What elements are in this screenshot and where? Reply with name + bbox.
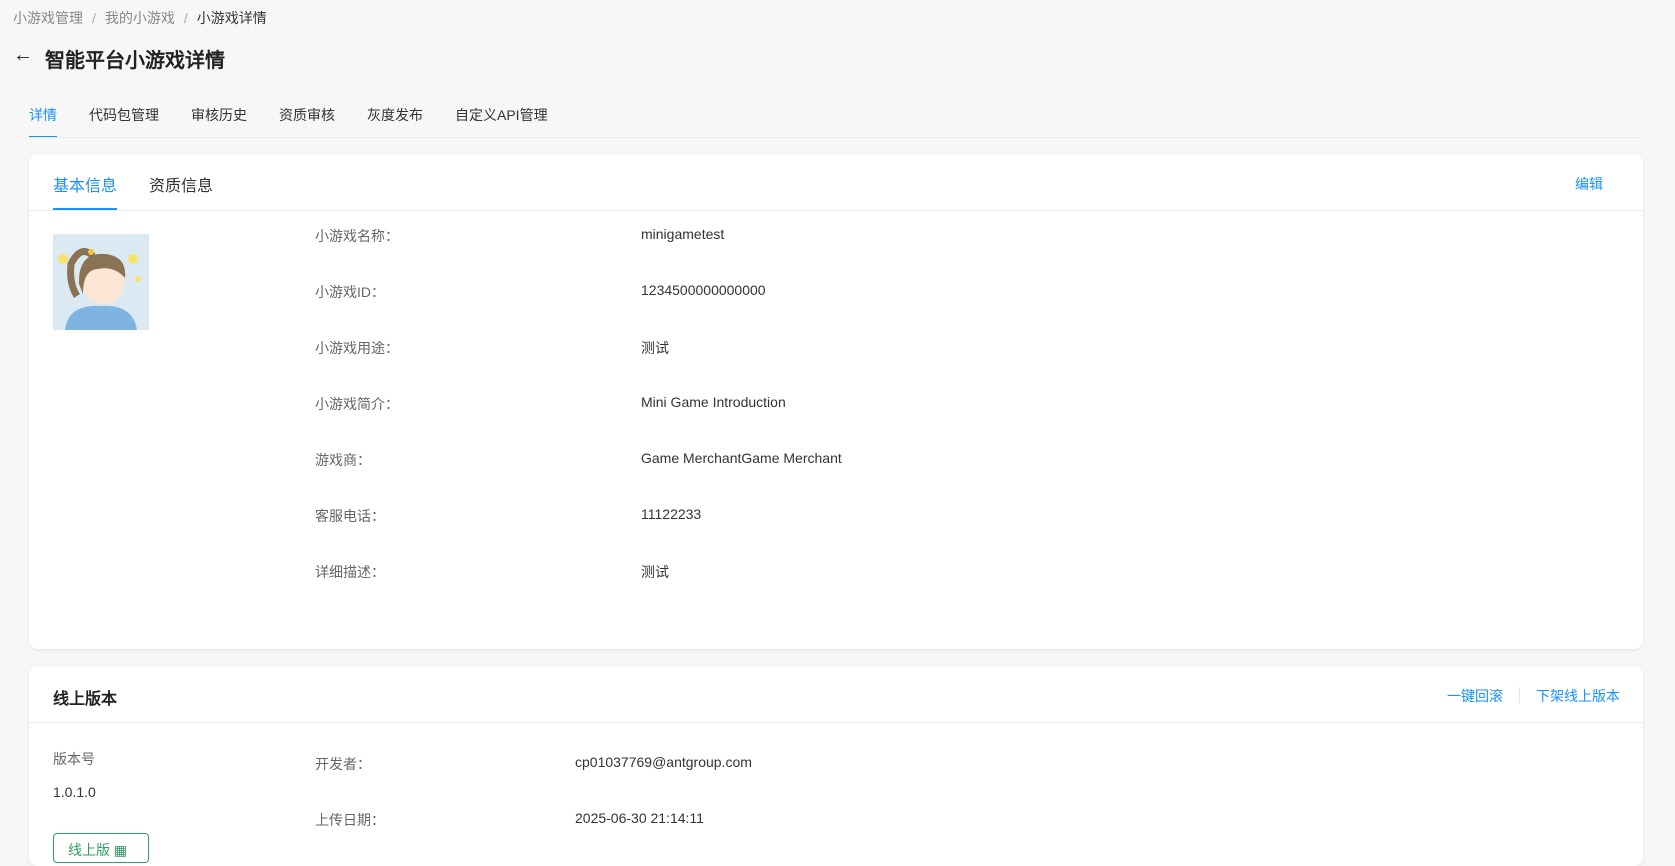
offline-version-button[interactable]: 下架线上版本 xyxy=(1536,686,1620,706)
card-header: 线上版本 一键回滚 下架线上版本 xyxy=(29,666,1643,723)
field-label: 游戏商： xyxy=(315,452,371,468)
field-label: 小游戏用途： xyxy=(315,340,399,356)
field-label: 小游戏ID： xyxy=(315,284,385,300)
back-arrow-icon[interactable]: ← xyxy=(13,44,33,67)
online-badge: 线上版 ▦ xyxy=(53,833,149,863)
breadcrumb-item[interactable]: 小游戏管理 xyxy=(13,10,83,26)
qrcode-icon[interactable]: ▦ xyxy=(114,842,127,858)
field-label: 客服电话： xyxy=(315,508,385,524)
field-label: 开发者： xyxy=(315,756,371,772)
rollback-button[interactable]: 一键回滚 xyxy=(1447,686,1503,706)
breadcrumb-separator: / xyxy=(92,10,96,26)
version-number: 1.0.1.0 xyxy=(53,784,96,800)
page-title: 智能平台小游戏详情 xyxy=(45,50,225,72)
breadcrumb-item[interactable]: 我的小游戏 xyxy=(105,10,175,26)
breadcrumb: 小游戏管理 / 我的小游戏 / 小游戏详情 xyxy=(13,8,267,28)
tab-review-history[interactable]: 审核历史 xyxy=(191,105,247,138)
field-value: 测试 xyxy=(641,564,669,580)
breadcrumb-separator: / xyxy=(183,10,188,26)
tab-qualification-review[interactable]: 资质审核 xyxy=(279,105,335,138)
tab-basic-info[interactable]: 基本信息 xyxy=(53,172,118,210)
version-label: 版本号 xyxy=(53,751,95,767)
field-label: 小游戏简介： xyxy=(315,396,399,412)
edit-button[interactable]: 编辑 xyxy=(1575,174,1603,194)
game-avatar xyxy=(53,234,149,330)
tabs-divider xyxy=(29,137,1643,138)
tab-details[interactable]: 详情 xyxy=(29,105,57,138)
online-version-card: 线上版本 一键回滚 下架线上版本 版本号 1.0.1.0 线上版 ▦ 开发者： … xyxy=(29,666,1643,866)
main-tabs: 详情 代码包管理 审核历史 资质审核 灰度发布 自定义API管理 xyxy=(29,105,548,138)
field-label: 详细描述： xyxy=(315,564,385,580)
field-value: cp01037769@antgroup.com xyxy=(575,754,752,770)
breadcrumb-current: 小游戏详情 xyxy=(196,10,267,26)
field-label: 上传日期： xyxy=(315,812,385,828)
field-value: Game MerchantGame Merchant xyxy=(641,450,842,466)
field-value: 11122233 xyxy=(641,506,702,522)
field-value: 1234500000000000 xyxy=(641,282,766,298)
card-title: 线上版本 xyxy=(53,691,118,708)
field-label: 小游戏名称： xyxy=(315,228,399,244)
card-header: 基本信息 资质信息 编辑 xyxy=(29,154,1643,211)
basic-info-card: 基本信息 资质信息 编辑 小游戏名称： minigametest 小游戏ID： … xyxy=(29,154,1643,649)
action-divider xyxy=(1519,687,1520,703)
field-value: 2025-06-30 21:14:11 xyxy=(575,810,704,826)
field-value: minigametest xyxy=(641,226,725,242)
field-value: 测试 xyxy=(641,340,669,356)
tab-gray-release[interactable]: 灰度发布 xyxy=(367,105,423,138)
tab-custom-api[interactable]: 自定义API管理 xyxy=(455,105,548,138)
field-value: Mini Game Introduction xyxy=(641,394,786,410)
badge-label: 线上版 xyxy=(68,842,110,858)
tab-code-package[interactable]: 代码包管理 xyxy=(89,105,159,138)
tab-qualification-info[interactable]: 资质信息 xyxy=(149,172,213,208)
